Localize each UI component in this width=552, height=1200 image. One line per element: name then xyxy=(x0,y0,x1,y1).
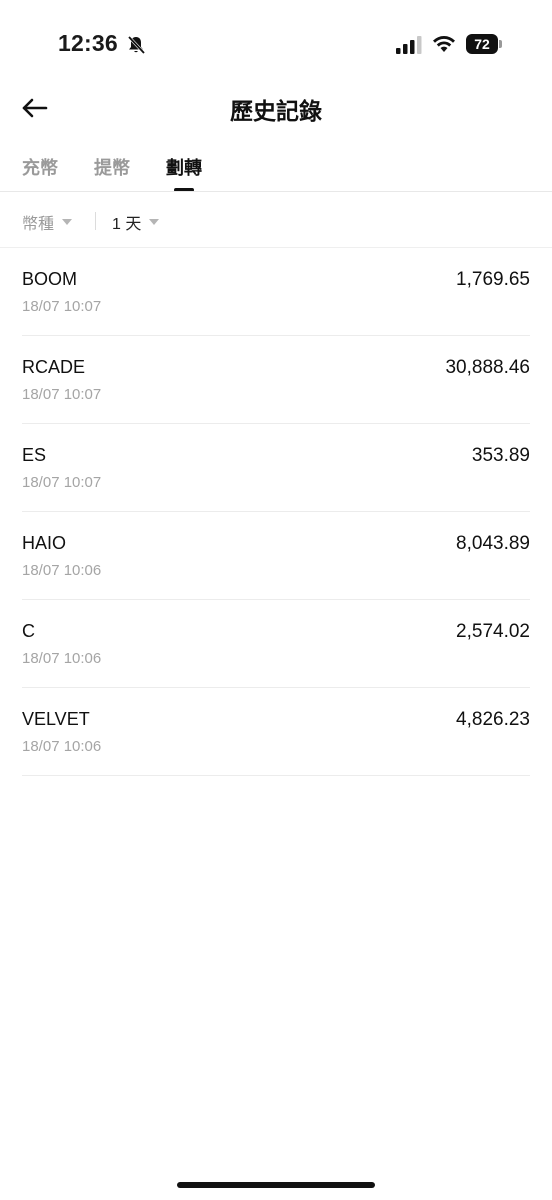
coin-name: HAIO xyxy=(22,533,67,553)
list-item[interactable]: RCADE 18/07 10:07 30,888.46 xyxy=(22,336,530,424)
caret-down-icon xyxy=(62,219,73,225)
record-amount: 30,888.46 xyxy=(445,357,530,378)
list-item[interactable]: VELVET 18/07 10:06 4,826.23 xyxy=(22,688,530,776)
period-filter-dropdown[interactable]: 1 天 xyxy=(112,210,160,234)
coin-name: VELVET xyxy=(22,709,90,729)
record-time: 18/07 10:07 xyxy=(22,474,102,491)
tab-transfer[interactable]: 劃轉 xyxy=(166,154,202,180)
currency-filter-label: 幣種 xyxy=(22,216,55,233)
record-amount: 2,574.02 xyxy=(456,621,530,642)
battery-level: 72 xyxy=(466,34,498,54)
caret-down-icon xyxy=(149,219,160,225)
tab-withdraw[interactable]: 提幣 xyxy=(94,154,130,180)
record-time: 18/07 10:06 xyxy=(22,738,102,755)
cellular-signal-icon xyxy=(396,36,422,54)
header: 歷史記錄 xyxy=(0,80,552,136)
record-amount: 8,043.89 xyxy=(456,533,530,554)
list-item[interactable]: HAIO 18/07 10:06 8,043.89 xyxy=(22,512,530,600)
filter-bar: 幣種 1 天 xyxy=(0,196,552,246)
record-time: 18/07 10:06 xyxy=(22,562,102,579)
record-time: 18/07 10:07 xyxy=(22,386,102,403)
battery-indicator: 72 xyxy=(466,34,502,54)
currency-filter-dropdown[interactable]: 幣種 xyxy=(22,210,73,234)
list-item[interactable]: ES 18/07 10:07 353.89 xyxy=(22,424,530,512)
battery-cap xyxy=(499,40,502,48)
coin-name: RCADE xyxy=(22,357,86,377)
coin-name: ES xyxy=(22,445,47,465)
status-time: 12:36 xyxy=(58,30,118,56)
divider xyxy=(0,191,552,192)
home-indicator[interactable] xyxy=(177,1182,375,1188)
tab-bar: 充幣 提幣 劃轉 xyxy=(0,144,552,192)
status-bar: 12:36 72 xyxy=(0,0,552,88)
page-title: 歷史記錄 xyxy=(230,98,322,124)
filter-separator xyxy=(95,212,96,230)
coin-name: C xyxy=(22,621,35,641)
tab-deposit[interactable]: 充幣 xyxy=(22,154,58,180)
record-amount: 4,826.23 xyxy=(456,709,530,730)
list-item[interactable]: BOOM 18/07 10:07 1,769.65 xyxy=(22,248,530,336)
list-item[interactable]: C 18/07 10:06 2,574.02 xyxy=(22,600,530,688)
record-time: 18/07 10:07 xyxy=(22,298,102,315)
bell-muted-icon xyxy=(127,35,146,55)
record-amount: 353.89 xyxy=(471,445,530,466)
record-amount: 1,769.65 xyxy=(456,269,530,290)
record-time: 18/07 10:06 xyxy=(22,650,102,667)
wifi-icon xyxy=(433,36,455,52)
period-filter-label: 1 天 xyxy=(112,216,142,233)
coin-name: BOOM xyxy=(22,269,78,289)
transfer-records-list: BOOM 18/07 10:07 1,769.65 RCADE 18/07 10… xyxy=(0,248,552,776)
